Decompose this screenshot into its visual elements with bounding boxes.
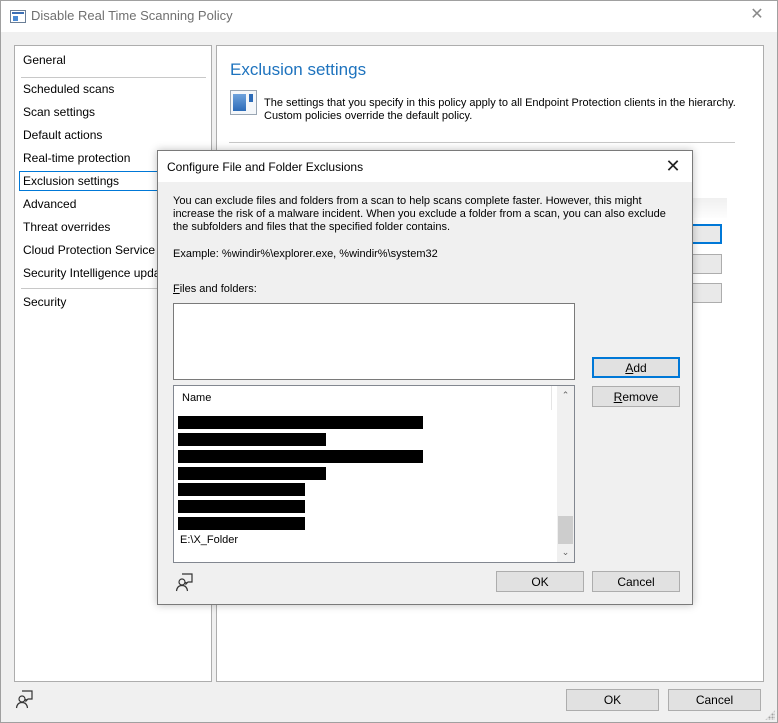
dialog-ok-button[interactable]: OK bbox=[496, 571, 584, 592]
exclusions-dialog: Configure File and Folder Exclusions ✕ Y… bbox=[157, 150, 693, 605]
dialog-description: You can exclude files and folders from a… bbox=[173, 195, 666, 233]
files-label-text: iles and folders: bbox=[179, 283, 257, 295]
add-label: dd bbox=[633, 361, 647, 375]
list-item-redacted[interactable] bbox=[178, 433, 326, 446]
remove-label: emove bbox=[622, 390, 659, 404]
scrollbar-thumb[interactable] bbox=[558, 516, 573, 544]
policy-info-line-1: The settings that you specify in this po… bbox=[264, 97, 736, 109]
feedback-icon[interactable] bbox=[175, 572, 195, 592]
files-label-accelerator: F bbox=[173, 283, 180, 295]
remove-button[interactable]: Remove bbox=[592, 386, 680, 407]
remove-accelerator: R bbox=[613, 390, 623, 404]
policy-info-icon bbox=[230, 90, 257, 115]
add-button[interactable]: Add bbox=[592, 357, 680, 378]
app-window-icon bbox=[10, 10, 26, 23]
feedback-icon[interactable] bbox=[15, 689, 35, 709]
content-divider bbox=[229, 142, 735, 143]
list-item-redacted[interactable] bbox=[178, 450, 423, 463]
window-title: Disable Real Time Scanning Policy bbox=[31, 8, 233, 23]
ok-button[interactable]: OK bbox=[566, 689, 659, 711]
list-item[interactable]: E:\X_Folder bbox=[178, 534, 478, 547]
cancel-button[interactable]: Cancel bbox=[668, 689, 761, 711]
background-band bbox=[687, 198, 727, 218]
nav-item-general[interactable]: General bbox=[19, 50, 209, 70]
list-item-redacted[interactable] bbox=[178, 483, 305, 496]
list-item-redacted[interactable] bbox=[178, 467, 326, 480]
list-item-redacted[interactable] bbox=[178, 416, 423, 429]
nav-item-default-actions[interactable]: Default actions bbox=[19, 125, 209, 145]
dialog-close-button[interactable]: ✕ bbox=[662, 155, 684, 177]
dialog-example-text: Example: %windir%\explorer.exe, %windir%… bbox=[173, 248, 438, 260]
scroll-up-arrow-icon[interactable]: ⌃ bbox=[557, 387, 574, 404]
column-header-name[interactable]: Name bbox=[174, 386, 552, 410]
list-item-redacted[interactable] bbox=[178, 517, 305, 530]
dialog-cancel-button[interactable]: Cancel bbox=[592, 571, 680, 592]
files-and-folders-input[interactable] bbox=[173, 303, 575, 380]
files-and-folders-label: Files and folders: bbox=[173, 283, 257, 295]
window-close-button[interactable]: ✕ bbox=[747, 5, 767, 25]
page-title: Exclusion settings bbox=[230, 60, 367, 79]
policy-info-line-2: Custom policies override the default pol… bbox=[264, 110, 473, 122]
dialog-titlebar: Configure File and Folder Exclusions ✕ bbox=[158, 151, 692, 182]
list-vertical-scrollbar[interactable]: ⌃ ⌄ bbox=[557, 386, 574, 562]
nav-divider bbox=[21, 77, 206, 78]
scroll-down-arrow-icon[interactable]: ⌄ bbox=[557, 544, 574, 561]
window-titlebar: Disable Real Time Scanning Policy ✕ bbox=[1, 1, 777, 32]
resize-grip[interactable] bbox=[765, 710, 775, 720]
nav-item-scan-settings[interactable]: Scan settings bbox=[19, 102, 209, 122]
dialog-title: Configure File and Folder Exclusions bbox=[167, 160, 364, 174]
policy-info-text: The settings that you specify in this po… bbox=[264, 97, 736, 123]
exclusions-list[interactable]: Name E:\X_Folder ⌃ ⌄ bbox=[173, 385, 575, 563]
nav-item-scheduled-scans[interactable]: Scheduled scans bbox=[19, 79, 209, 99]
list-item-redacted[interactable] bbox=[178, 500, 305, 513]
